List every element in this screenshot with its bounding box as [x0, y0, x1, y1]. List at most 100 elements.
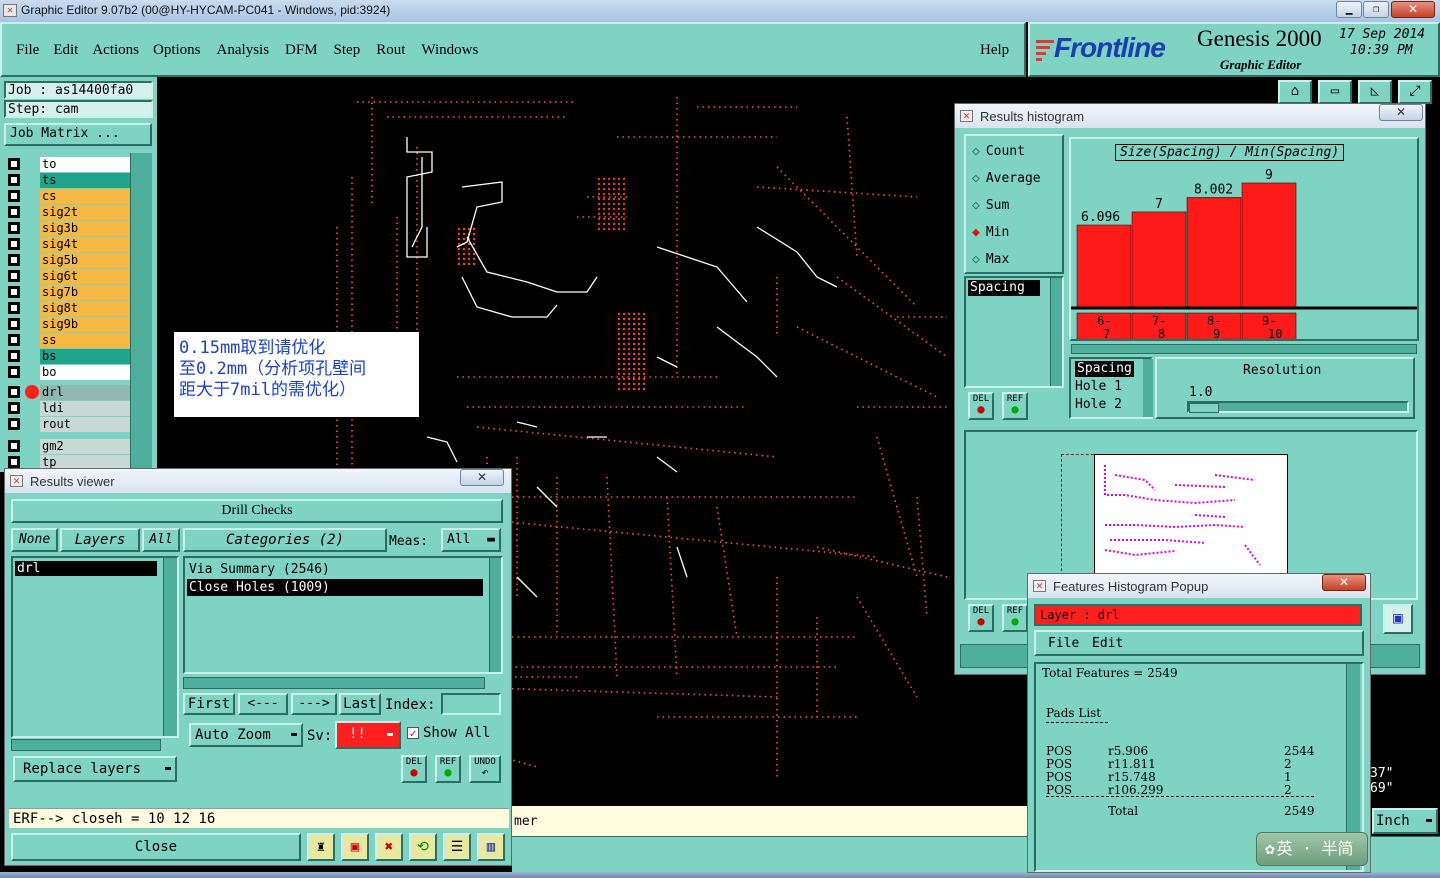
viewer-layer-hscroll[interactable]	[11, 739, 161, 751]
tool-step-icon[interactable]: ⟲	[409, 833, 437, 861]
histogram-close-button[interactable]: ✕	[1379, 104, 1423, 121]
home-view-icon[interactable]: ⌂	[1278, 80, 1312, 104]
hist-del-button[interactable]: DEL ●	[968, 392, 994, 420]
layer-row-ss[interactable]: ss	[8, 333, 132, 348]
tool-highlight-icon[interactable]: ▣	[341, 833, 369, 861]
features-close-button[interactable]: ✕	[1322, 574, 1366, 591]
menu-dfm[interactable]: DFM	[285, 42, 318, 59]
index-input[interactable]	[441, 693, 501, 715]
meas-dropdown[interactable]: All ▬	[441, 528, 501, 552]
category-vscroll[interactable]	[489, 558, 501, 672]
histogram-bar[interactable]	[1131, 211, 1187, 308]
layer-checkbox[interactable]	[8, 206, 20, 218]
last-button[interactable]: Last	[339, 693, 381, 715]
features-menu-edit[interactable]: Edit	[1092, 636, 1123, 651]
layer-checkbox[interactable]	[8, 350, 20, 362]
layer-row-bo[interactable]: bo	[8, 365, 132, 380]
layer-item-drl[interactable]: drl	[15, 561, 157, 576]
layer-checkbox[interactable]	[8, 174, 20, 186]
units-dropdown[interactable]: Inch ▬	[1372, 808, 1438, 834]
hist-ref-button[interactable]: REF ●	[1002, 392, 1028, 420]
category-hscroll[interactable]	[183, 677, 485, 689]
layer-checkbox[interactable]	[8, 238, 20, 250]
layer-checkbox[interactable]	[8, 286, 20, 298]
ime-badge[interactable]: ✿ 英 · 半简	[1256, 832, 1368, 866]
none-button[interactable]: None	[11, 528, 58, 552]
first-button[interactable]: First	[183, 693, 235, 715]
menu-file[interactable]: File	[16, 42, 39, 59]
layer-checkbox[interactable]	[8, 318, 20, 330]
param-scrollbar[interactable]	[1143, 359, 1153, 417]
layer-row-sig6t[interactable]: sig6t	[8, 269, 132, 284]
resolution-slider[interactable]	[1187, 401, 1409, 413]
chart-hscrollbar[interactable]	[1071, 344, 1417, 354]
layer-row-ldi[interactable]: ldi	[8, 401, 132, 416]
zoom-box-icon[interactable]: ▭	[1318, 80, 1352, 104]
auto-zoom-dropdown[interactable]: Auto Zoom ▬	[189, 723, 303, 747]
mode-radio-sum[interactable]: ◇ Sum	[972, 198, 1009, 213]
param-item-hole2[interactable]: Hole 2	[1075, 397, 1122, 412]
preview-zoom-icon[interactable]: ▣	[1383, 604, 1413, 634]
menu-windows[interactable]: Windows	[421, 42, 478, 59]
job-matrix-button[interactable]: Job Matrix ...	[4, 123, 152, 146]
viewer-close-x-button[interactable]: ✕	[460, 469, 504, 486]
menu-step[interactable]: Step	[334, 42, 361, 59]
layer-checkbox[interactable]	[8, 270, 20, 282]
measure-icon[interactable]: ⤢	[1398, 80, 1432, 104]
layer-checkbox[interactable]	[8, 222, 20, 234]
preview-del-button[interactable]: DEL ●	[968, 604, 994, 632]
menu-actions[interactable]: Actions	[92, 42, 139, 59]
layer-checkbox[interactable]	[8, 302, 20, 314]
zoom-area-icon[interactable]: ◺	[1358, 80, 1392, 104]
layer-row-sig7b[interactable]: sig7b	[8, 285, 132, 300]
mode-radio-count[interactable]: ◇ Count	[972, 144, 1025, 159]
layer-checkbox[interactable]	[8, 456, 20, 468]
histogram-bar[interactable]	[1076, 224, 1132, 308]
viewer-del-button[interactable]: DEL ●	[401, 755, 427, 783]
menu-help[interactable]: Help	[980, 42, 1009, 59]
layer-row-sig2t[interactable]: sig2t	[8, 205, 132, 220]
mode-radio-max[interactable]: ◇ Max	[972, 252, 1009, 267]
tool-report-icon[interactable]: ☰	[443, 833, 471, 861]
layer-row-sig3b[interactable]: sig3b	[8, 221, 132, 236]
maximize-button[interactable]: ❐	[1363, 1, 1389, 18]
replace-layers-dropdown[interactable]: Replace layers ▬	[13, 756, 177, 782]
viewer-layer-vscroll[interactable]	[163, 558, 177, 736]
param-item-hole1[interactable]: Hole 1	[1075, 379, 1122, 394]
layer-checkbox[interactable]	[8, 158, 20, 170]
list-item-spacing[interactable]: Spacing	[968, 280, 1040, 296]
close-window-button[interactable]: ✕	[1391, 1, 1435, 18]
histogram-list-scrollbar[interactable]	[1050, 278, 1062, 386]
histogram-bar[interactable]	[1241, 182, 1297, 308]
layer-row-drl[interactable]: drl	[8, 385, 132, 400]
category-via-summary[interactable]: Via Summary (2546)	[187, 561, 483, 578]
layer-row-sig5b[interactable]: sig5b	[8, 253, 132, 268]
categories-button[interactable]: Categories (2)	[183, 528, 387, 552]
menu-rout[interactable]: Rout	[376, 42, 405, 59]
layer-row-bs[interactable]: bs	[8, 349, 132, 364]
layer-checkbox[interactable]	[8, 334, 20, 346]
viewer-undo-button[interactable]: UNDO ↶	[469, 755, 501, 783]
layer-checkbox[interactable]	[8, 386, 20, 398]
layer-checkbox[interactable]	[8, 254, 20, 266]
layer-checkbox[interactable]	[8, 440, 20, 452]
layer-row-rout[interactable]: rout	[8, 417, 132, 432]
layer-row-to[interactable]: to	[8, 157, 132, 172]
layers-button[interactable]: Layers	[60, 528, 140, 552]
layer-row-sig8t[interactable]: sig8t	[8, 301, 132, 316]
layer-row-cs[interactable]: cs	[8, 189, 132, 204]
layer-checkbox[interactable]	[8, 366, 20, 378]
viewer-ref-button[interactable]: REF ●	[435, 755, 461, 783]
layer-row-ts[interactable]: ts	[8, 173, 132, 188]
sv-dropdown[interactable]: !! ▬	[335, 721, 401, 749]
category-close-holes[interactable]: Close Holes (1009)	[187, 579, 483, 596]
next-button[interactable]: --->	[291, 693, 337, 715]
layer-checkbox[interactable]	[8, 402, 20, 414]
viewer-close-button[interactable]: Close	[11, 833, 301, 861]
layer-row-sig4t[interactable]: sig4t	[8, 237, 132, 252]
show-all-checkbox[interactable]: ✓	[407, 727, 419, 739]
features-menu-file[interactable]: File	[1048, 636, 1079, 651]
all-layers-button[interactable]: All	[142, 528, 180, 552]
tool-histogram-icon[interactable]: ▥	[477, 833, 505, 861]
layer-checkbox[interactable]	[8, 190, 20, 202]
